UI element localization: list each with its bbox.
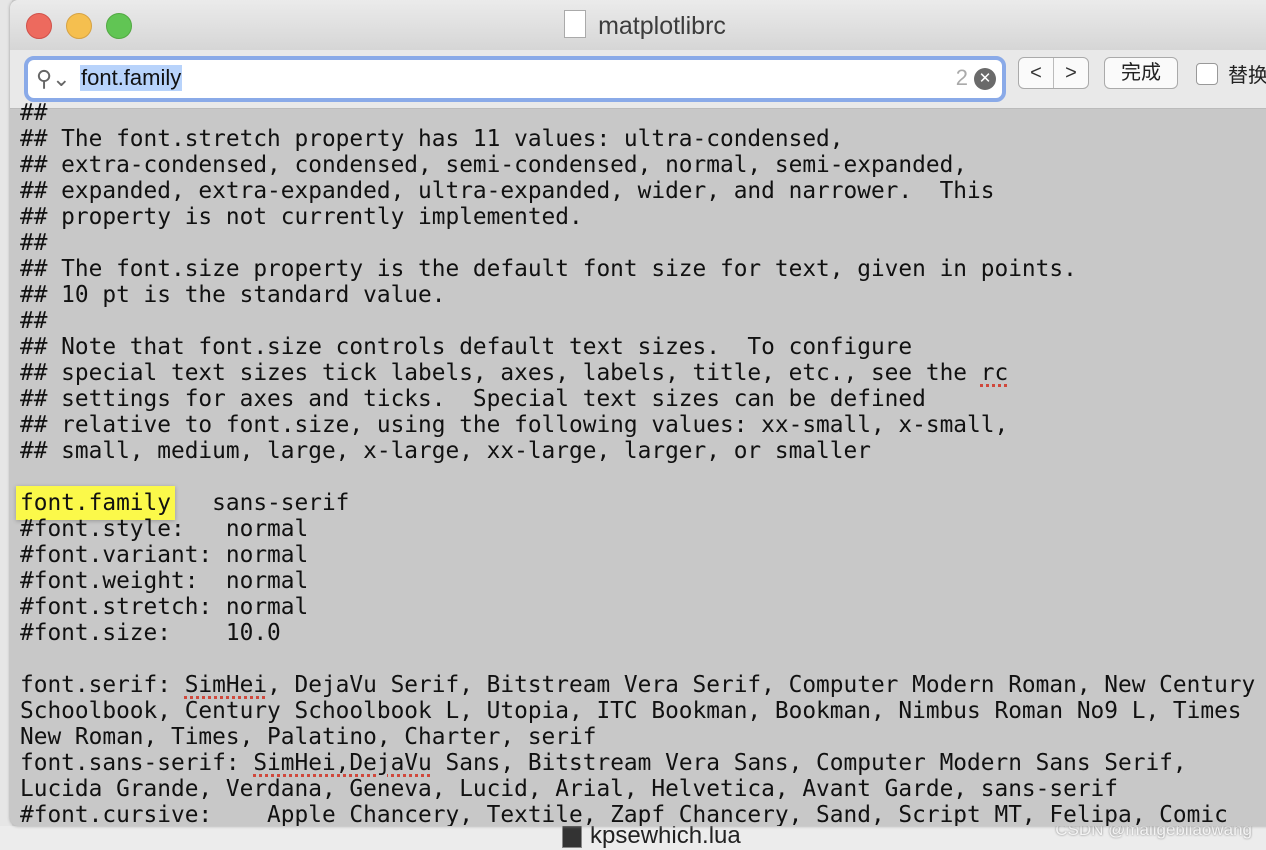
editor-line[interactable]: font.serif: SimHei, DejaVu Serif, Bitstr… bbox=[20, 672, 1255, 698]
editor-line[interactable]: ## special text sizes tick labels, axes,… bbox=[20, 360, 1255, 386]
line-text: font.serif: bbox=[20, 672, 185, 698]
editor-line[interactable]: ## expanded, extra-expanded, ultra-expan… bbox=[20, 178, 1255, 204]
editor-line[interactable]: ## 10 pt is the standard value. bbox=[20, 282, 1255, 308]
match-count: 2 bbox=[955, 65, 968, 90]
editor-line[interactable]: font.sans-serif: SimHei,DejaVu Sans, Bit… bbox=[20, 750, 1255, 776]
window-title: matplotlibrc bbox=[10, 10, 1266, 41]
line-text: Sans, Bitstream Vera Sans, Computer Mode… bbox=[431, 750, 1187, 776]
line-text: ## 10 pt is the standard value. bbox=[20, 282, 446, 308]
next-match-button[interactable]: > bbox=[1053, 58, 1088, 88]
editor-line[interactable]: ## Note that font.size controls default … bbox=[20, 334, 1255, 360]
line-text: #font.weight: normal bbox=[20, 568, 309, 594]
document-icon bbox=[564, 10, 587, 38]
line-text: #font.stretch: normal bbox=[20, 594, 309, 620]
title-bar: matplotlibrc bbox=[10, 0, 1266, 50]
line-text: , DejaVu Serif, Bitstream Vera Serif, Co… bbox=[267, 672, 1256, 698]
line-text: ## settings for axes and ticks. Special … bbox=[20, 386, 926, 412]
line-text: ## Note that font.size controls default … bbox=[20, 334, 913, 360]
editor-line[interactable] bbox=[20, 464, 1255, 490]
line-text: #font.cursive: Apple Chancery, Textile, … bbox=[20, 802, 1228, 826]
editor-line[interactable]: ## settings for axes and ticks. Special … bbox=[20, 386, 1255, 412]
match-navigation: < > bbox=[1018, 57, 1089, 89]
editor-line[interactable]: Lucida Grande, Verdana, Geneva, Lucid, A… bbox=[20, 776, 1255, 802]
file-icon bbox=[562, 824, 582, 848]
line-text: #font.size: 10.0 bbox=[20, 620, 281, 646]
editor-line[interactable]: ## bbox=[20, 230, 1255, 256]
line-text: Schoolbook, Century Schoolbook L, Utopia… bbox=[20, 698, 1242, 724]
editor-line[interactable]: ## small, medium, large, x-large, xx-lar… bbox=[20, 438, 1255, 464]
desktop-file[interactable]: kpsewhich.lua bbox=[562, 822, 741, 850]
line-text: ## extra-condensed, condensed, semi-cond… bbox=[20, 152, 968, 178]
line-text: Lucida Grande, Verdana, Geneva, Lucid, A… bbox=[20, 776, 1118, 802]
editor-line[interactable]: ## bbox=[20, 100, 1255, 126]
editor-line[interactable]: #font.stretch: normal bbox=[20, 594, 1255, 620]
line-text: ## relative to font.size, using the foll… bbox=[20, 412, 1009, 438]
line-text: #font.variant: normal bbox=[20, 542, 309, 568]
misspelled-word: SimHei bbox=[184, 672, 268, 698]
editor-line[interactable]: font.family sans-serif bbox=[20, 490, 1255, 516]
line-text: ## expanded, extra-expanded, ultra-expan… bbox=[20, 178, 995, 204]
editor-line[interactable]: #font.cursive: Apple Chancery, Textile, … bbox=[20, 802, 1255, 826]
editor-line[interactable]: ## property is not currently implemented… bbox=[20, 204, 1255, 230]
line-text: ## The font.stretch property has 11 valu… bbox=[20, 126, 844, 152]
text-editor[interactable]: ## ## The font.stretch property has 11 va… bbox=[20, 100, 1255, 826]
line-text: ## special text sizes tick labels, axes,… bbox=[20, 360, 981, 386]
previous-match-button[interactable]: < bbox=[1019, 58, 1053, 88]
line-text: #font.style: normal bbox=[20, 516, 309, 542]
replace-label: 替换 bbox=[1228, 65, 1266, 87]
line-text: ## small, medium, large, x-large, xx-lar… bbox=[20, 438, 871, 464]
search-highlight: font.family bbox=[20, 490, 171, 516]
done-button[interactable]: 完成 bbox=[1104, 57, 1178, 89]
editor-line[interactable]: ## The font.size property is the default… bbox=[20, 256, 1255, 282]
desktop-file-label: kpsewhich.lua bbox=[590, 822, 741, 849]
editor-line[interactable] bbox=[20, 646, 1255, 672]
line-text: New Roman, Times, Palatino, Charter, ser… bbox=[20, 724, 597, 750]
line-text: font.sans-serif: bbox=[20, 750, 254, 776]
search-icon[interactable]: ⚲⌄ bbox=[36, 66, 71, 92]
editor-line[interactable]: ## The font.stretch property has 11 valu… bbox=[20, 126, 1255, 152]
misspelled-word: rc bbox=[980, 360, 1009, 386]
clear-search-icon[interactable]: ✕ bbox=[974, 68, 996, 90]
editor-line[interactable]: #font.style: normal bbox=[20, 516, 1255, 542]
misspelled-word: SimHei,DejaVu bbox=[253, 750, 432, 776]
editor-line[interactable]: #font.weight: normal bbox=[20, 568, 1255, 594]
editor-line[interactable]: ## bbox=[20, 308, 1255, 334]
line-text: ## The font.size property is the default… bbox=[20, 256, 1077, 282]
search-input[interactable]: ⚲⌄ font.family 2 ✕ bbox=[24, 56, 1006, 102]
editor-line[interactable]: #font.variant: normal bbox=[20, 542, 1255, 568]
editor-line[interactable]: New Roman, Times, Palatino, Charter, ser… bbox=[20, 724, 1255, 750]
editor-line[interactable]: ## relative to font.size, using the foll… bbox=[20, 412, 1255, 438]
editor-line[interactable]: ## extra-condensed, condensed, semi-cond… bbox=[20, 152, 1255, 178]
editor-window: matplotlibrc ⚲⌄ font.family 2 ✕ < > 完成 替… bbox=[10, 0, 1266, 826]
window-title-text: matplotlibrc bbox=[598, 12, 726, 40]
editor-line[interactable]: Schoolbook, Century Schoolbook L, Utopia… bbox=[20, 698, 1255, 724]
replace-checkbox[interactable] bbox=[1196, 62, 1218, 85]
editor-line[interactable]: #font.size: 10.0 bbox=[20, 620, 1255, 646]
line-text: ## bbox=[20, 100, 48, 126]
line-text: ## bbox=[20, 308, 48, 334]
line-text: sans-serif bbox=[170, 490, 350, 516]
line-text: ## bbox=[20, 230, 48, 256]
line-text: ## property is not currently implemented… bbox=[20, 204, 583, 230]
replace-toggle[interactable]: 替换 bbox=[1196, 59, 1266, 88]
search-query[interactable]: font.family bbox=[80, 65, 183, 91]
